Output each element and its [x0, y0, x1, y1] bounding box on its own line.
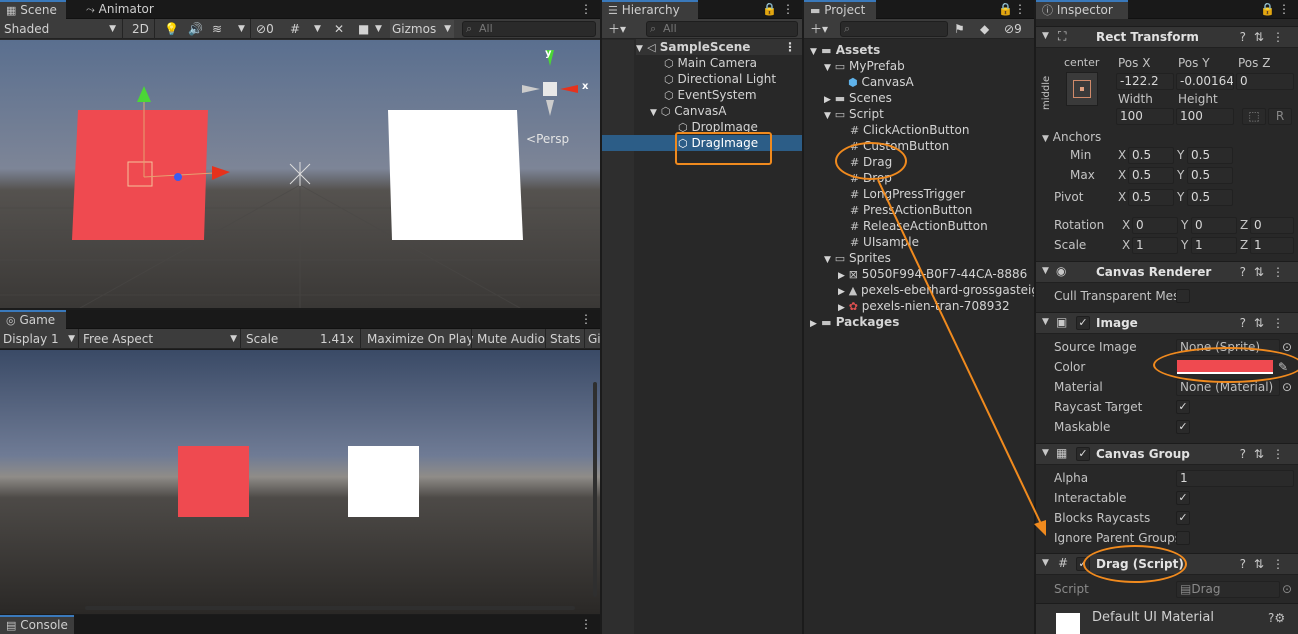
- arrow-head-icon: [1034, 520, 1046, 536]
- annotation-arrow: [877, 179, 1046, 536]
